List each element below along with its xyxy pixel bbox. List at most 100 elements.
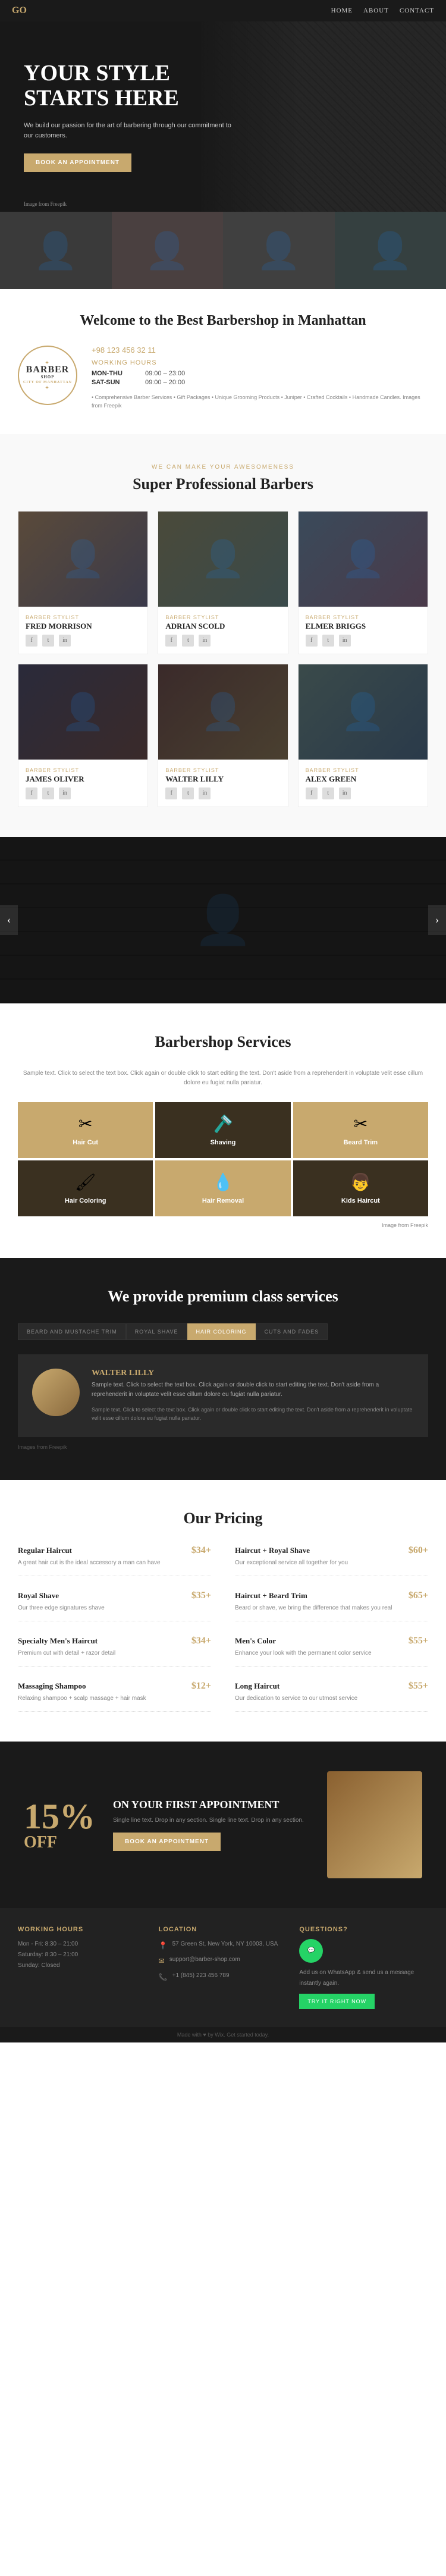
barber-card-1: 👤 BARBER STYLIST FRED MORRISON f t in	[18, 511, 148, 654]
brush-icon: 🖌	[27, 1172, 143, 1193]
pricing-item-4: Haircut + Beard Trim $65+ Beard or shave…	[235, 1590, 428, 1621]
premium-credit: Images from Freepik	[18, 1444, 428, 1450]
pricing-price-7: $12+	[191, 1681, 211, 1692]
premium-featured-name: WALTER LILLY	[92, 1369, 414, 1378]
footer-hours-row-2: Saturday: 8:30 – 21:00	[18, 1950, 147, 1960]
whatsapp-button[interactable]: TRY IT RIGHT NOW	[299, 1994, 375, 2009]
gallery-image-1: 👤	[0, 212, 112, 289]
barber-socials-6: f t in	[306, 787, 420, 799]
barber-name-3: ELMER BRIGGS	[306, 622, 420, 631]
services-title: Barbershop Services	[18, 1033, 428, 1051]
barber-photo-3: 👤	[299, 512, 428, 607]
razor-icon: 🪒	[165, 1114, 281, 1134]
image-slider: ‹ › 👤	[0, 837, 446, 1003]
hero-content: YOUR STYLE STARTS HERE We build our pass…	[24, 61, 232, 172]
facebook-icon-4[interactable]: f	[26, 787, 37, 799]
barber-role-6: BARBER STYLIST	[306, 767, 420, 773]
welcome-info: +98 123 456 32 11 Working Hours MON-THU …	[92, 346, 428, 410]
barber-photo-1: 👤	[18, 512, 147, 607]
facebook-icon-1[interactable]: f	[26, 635, 37, 647]
footer-info: Working Hours Mon - Fri: 8:30 – 21:00 Sa…	[0, 1908, 446, 2027]
whatsapp-icon: 💬	[299, 1939, 323, 1963]
nav-home[interactable]: Home	[331, 7, 353, 14]
twitter-icon-5[interactable]: t	[182, 787, 194, 799]
facebook-icon-6[interactable]: f	[306, 787, 318, 799]
barber-name-5: WALTER LILLY	[165, 774, 280, 784]
service-card-coloring[interactable]: 🖌 Hair Coloring	[18, 1160, 153, 1216]
instagram-icon-1[interactable]: in	[59, 635, 71, 647]
footer-location-title: Location	[159, 1926, 288, 1933]
footer-address: 57 Green St, New York, NY 10003, USA	[172, 1939, 278, 1950]
hours-row-1: MON-THU 09:00 – 23:00	[92, 370, 428, 377]
twitter-icon-4[interactable]: t	[42, 787, 54, 799]
premium-avatar	[32, 1369, 80, 1416]
service-card-shaving[interactable]: 🪒 Shaving	[155, 1102, 290, 1158]
instagram-icon-4[interactable]: in	[59, 787, 71, 799]
nav-about[interactable]: About	[363, 7, 389, 14]
instagram-icon-3[interactable]: in	[339, 635, 351, 647]
instagram-icon-6[interactable]: in	[339, 787, 351, 799]
footer-email-row: ✉ support@barber-shop.com	[159, 1954, 288, 1968]
slider-prev-button[interactable]: ‹	[0, 905, 18, 935]
premium-text: WALTER LILLY Sample text. Click to selec…	[92, 1369, 414, 1423]
service-card-haircut[interactable]: ✂ Hair Cut	[18, 1102, 153, 1158]
service-card-beard[interactable]: ✂ Beard Trim	[293, 1102, 428, 1158]
pricing-name-7: Massaging Shampoo	[18, 1681, 86, 1691]
barber-socials-4: f t in	[26, 787, 140, 799]
instagram-icon-5[interactable]: in	[199, 787, 211, 799]
twitter-icon-1[interactable]: t	[42, 635, 54, 647]
slider-next-button[interactable]: ›	[428, 905, 446, 935]
barber-socials-3: f t in	[306, 635, 420, 647]
service-name-1: Hair Cut	[27, 1139, 143, 1146]
tab-cuts-fades[interactable]: CUTS AND FADES	[256, 1323, 328, 1340]
pricing-name-1: Regular Haircut	[18, 1546, 72, 1555]
location-pin-icon: 📍	[159, 1940, 168, 1953]
barbers-grid: 👤 BARBER STYLIST FRED MORRISON f t in 👤 …	[18, 511, 428, 807]
facebook-icon-2[interactable]: f	[165, 635, 177, 647]
promo-discount: 15% OFF	[24, 1799, 95, 1851]
pricing-item-2: Haircut + Royal Shave $60+ Our exception…	[235, 1545, 428, 1576]
pricing-title: Our Pricing	[18, 1510, 428, 1527]
welcome-title: Welcome to the Best Barbershop in Manhat…	[18, 313, 428, 329]
hero-description: We build our passion for the art of barb…	[24, 121, 232, 142]
service-card-kids[interactable]: 👦 Kids Haircut	[293, 1160, 428, 1216]
hours-row-2: SAT-SUN 09:00 – 20:00	[92, 379, 428, 386]
promo-text: ON YOUR FIRST APPOINTMENT Single line te…	[113, 1799, 309, 1851]
footer-hours-row-1: Mon - Fri: 8:30 – 21:00	[18, 1939, 147, 1950]
pricing-item-5: Specialty Men's Haircut $34+ Premium cut…	[18, 1636, 211, 1667]
pricing-desc-7: Relaxing shampoo + scalp massage + hair …	[18, 1694, 211, 1703]
premium-title: We provide premium class services	[18, 1288, 428, 1306]
kids-icon: 👦	[303, 1172, 419, 1193]
services-grid-top: ✂ Hair Cut 🪒 Shaving ✂ Beard Trim	[18, 1102, 428, 1158]
barber-card-5: 👤 BARBER STYLIST WALTER LILLY f t in	[158, 664, 288, 807]
twitter-icon-6[interactable]: t	[322, 787, 334, 799]
footer-questions-desc: Add us on WhatsApp & send us a message i…	[299, 1968, 428, 1989]
tab-royal-shave[interactable]: ROYAL SHAVE	[126, 1323, 187, 1340]
instagram-icon-2[interactable]: in	[199, 635, 211, 647]
pricing-desc-6: Enhance your look with the permanent col…	[235, 1649, 428, 1658]
pricing-price-5: $34+	[191, 1636, 211, 1646]
pricing-price-2: $60+	[409, 1545, 428, 1556]
facebook-icon-5[interactable]: f	[165, 787, 177, 799]
footer-questions: Questions? 💬 Add us on WhatsApp & send u…	[299, 1926, 428, 2009]
service-card-removal[interactable]: 💧 Hair Removal	[155, 1160, 290, 1216]
pricing-item-3: Royal Shave $35+ Our three edge signatur…	[18, 1590, 211, 1621]
nav-logo: GO	[12, 5, 27, 16]
pricing-price-1: $34+	[191, 1545, 211, 1556]
twitter-icon-2[interactable]: t	[182, 635, 194, 647]
pricing-price-6: $55+	[409, 1636, 428, 1646]
nav-contact[interactable]: Contact	[400, 7, 434, 14]
promo-book-button[interactable]: BOOK AN APPOINTMENT	[113, 1833, 221, 1851]
welcome-tags: • Comprehensive Barber Services • Gift P…	[92, 393, 428, 410]
book-appointment-button[interactable]: BOOK AN APPOINTMENT	[24, 153, 131, 172]
tab-beard-trim[interactable]: BEARD AND MUSTACHE TRIM	[18, 1323, 126, 1340]
facebook-icon-3[interactable]: f	[306, 635, 318, 647]
promo-off: OFF	[24, 1834, 95, 1851]
services-credit: Image from Freepik	[18, 1222, 428, 1228]
barber-socials-1: f t in	[26, 635, 140, 647]
barber-role-3: BARBER STYLIST	[306, 614, 420, 620]
twitter-icon-3[interactable]: t	[322, 635, 334, 647]
gallery-strip: 👤 👤 👤 👤	[0, 212, 446, 289]
barbers-section: WE CAN MAKE YOUR AWESOMENESS Super Profe…	[0, 434, 446, 837]
tab-hair-coloring[interactable]: HAIR COLORING	[187, 1323, 256, 1340]
